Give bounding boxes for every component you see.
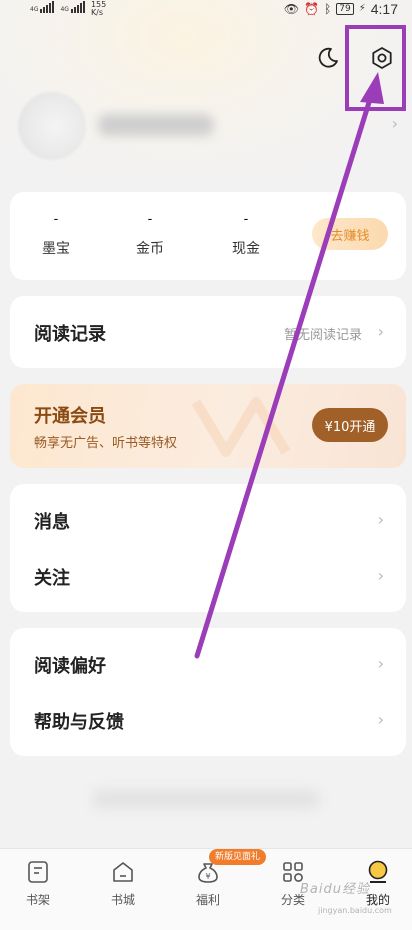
username-blurred <box>98 114 214 136</box>
menu-item-help-feedback[interactable]: 帮助与反馈 › <box>10 692 406 748</box>
bookstore-icon <box>113 862 133 882</box>
signal-icon-2: 4G <box>60 1 85 13</box>
menu-item-label: 消息 <box>34 512 70 533</box>
wallet-card: - 墨宝 - 金币 - 现金 去赚钱 <box>10 192 406 280</box>
vip-subtitle: 畅享无广告、听书等特权 <box>34 436 178 451</box>
chevron-right-icon: › <box>377 654 384 673</box>
gear-icon <box>372 47 392 69</box>
eye-icon: 👁 <box>283 2 300 16</box>
chevron-right-icon: › <box>377 566 384 585</box>
chevron-right-icon: › <box>377 322 384 341</box>
menu-item-label: 帮助与反馈 <box>34 712 124 733</box>
night-mode-button[interactable] <box>314 44 342 72</box>
stat-value: - <box>53 212 59 227</box>
menu-group-messages: 消息 › 关注 › <box>10 484 406 612</box>
vip-decoration <box>191 397 291 457</box>
stat-value: - <box>147 212 153 227</box>
reading-history-title: 阅读记录 <box>34 324 106 345</box>
watermark-url: jingyan.baidu.com <box>318 906 392 915</box>
header-actions <box>314 44 396 72</box>
tab-bookstore[interactable]: 书城 <box>93 859 153 908</box>
chevron-right-icon: › <box>391 114 398 133</box>
avatar[interactable] <box>18 92 86 160</box>
status-bar: 4G 4G 155 K/s 👁 ⏰ ᛒ 79 ⚡ 4:17 <box>0 0 412 22</box>
watermark: Baidu经验 <box>300 882 370 897</box>
settings-button[interactable] <box>368 44 396 72</box>
network-speed: 155 K/s <box>90 0 107 17</box>
tab-label: 书架 <box>25 893 50 907</box>
stat-label: 现金 <box>232 241 260 257</box>
menu-item-label: 阅读偏好 <box>34 656 106 677</box>
stat-label: 墨宝 <box>42 241 70 257</box>
alarm-icon: ⏰ <box>304 2 320 16</box>
bookshelf-icon <box>28 861 48 883</box>
reading-history-hint: 暂无阅读记录 <box>283 328 362 343</box>
wallet-item-mobao[interactable]: - 墨宝 <box>26 212 86 258</box>
charging-icon: ⚡ <box>358 3 366 14</box>
clock: 4:17 <box>370 1 398 17</box>
menu-item-reading-preferences[interactable]: 阅读偏好 › <box>10 636 406 692</box>
wallet-item-cash[interactable]: - 现金 <box>216 212 276 258</box>
vip-card[interactable]: 开通会员 畅享无广告、听书等特权 ¥10开通 <box>10 384 406 468</box>
earn-money-button[interactable]: 去赚钱 <box>312 218 388 250</box>
reading-history-row[interactable]: 阅读记录 暂无阅读记录 › <box>10 296 406 368</box>
vip-title: 开通会员 <box>34 406 106 427</box>
footer-blurred-text <box>92 790 320 808</box>
wallet-item-coins[interactable]: - 金币 <box>120 212 180 258</box>
svg-text:¥: ¥ <box>205 872 210 881</box>
tab-welfare[interactable]: ¥ 福利 <box>178 859 238 908</box>
menu-item-follow[interactable]: 关注 › <box>10 548 406 604</box>
stat-label: 金币 <box>136 241 164 257</box>
battery-icon: 79 <box>336 3 354 15</box>
signal-icon: 4G <box>30 1 55 13</box>
chevron-right-icon: › <box>377 710 384 729</box>
vip-open-button[interactable]: ¥10开通 <box>312 408 388 442</box>
tab-bookshelf[interactable]: 书架 <box>8 859 68 908</box>
moon-icon <box>318 47 338 68</box>
chevron-right-icon: › <box>377 510 384 529</box>
tab-label: 书城 <box>110 893 135 907</box>
menu-item-messages[interactable]: 消息 › <box>10 492 406 548</box>
profile-header[interactable]: › <box>18 92 398 162</box>
stat-value: - <box>243 212 249 227</box>
bluetooth-icon: ᛒ <box>324 2 332 16</box>
menu-item-label: 关注 <box>34 568 70 589</box>
menu-group-preferences: 阅读偏好 › 帮助与反馈 › <box>10 628 406 756</box>
promo-badge: 新版见面礼 <box>209 849 267 865</box>
tab-label: 福利 <box>195 893 220 907</box>
